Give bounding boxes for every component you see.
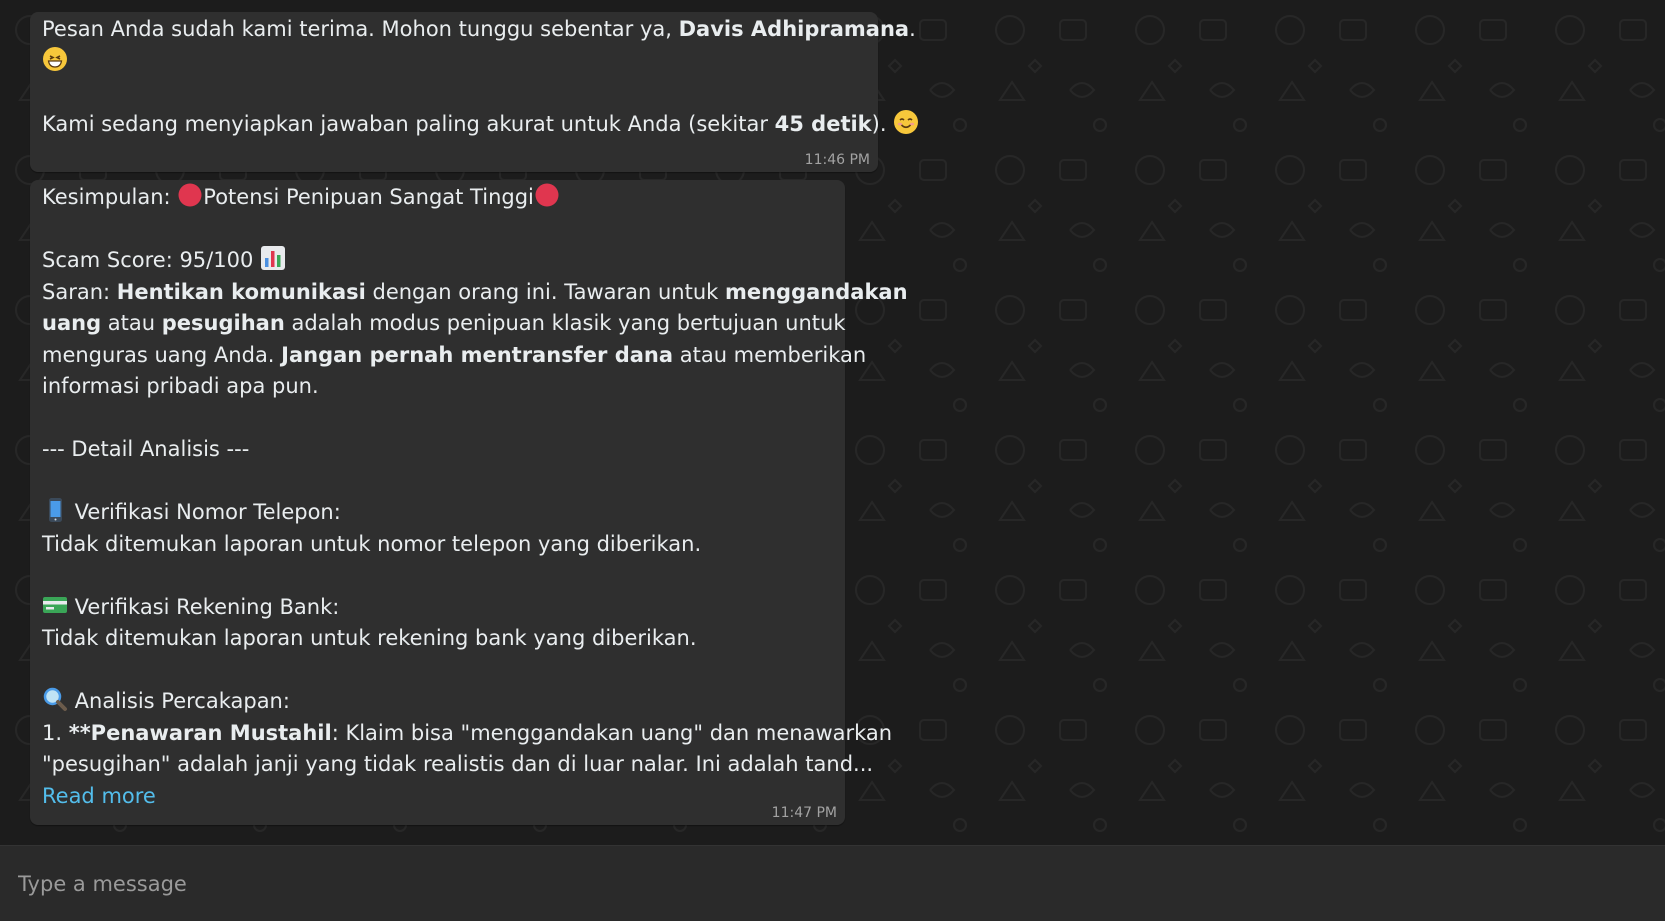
bank-check-title: Verifikasi Rekening Bank: [68, 594, 340, 619]
message-text: Pesan Anda sudah kami terima. Mohon tung… [42, 17, 679, 41]
message-text: ). [871, 111, 887, 136]
analysis-point-bold: **Penawaran Mustahil [68, 720, 332, 745]
scam-score: Scam Score: 95/100 [42, 248, 260, 272]
advice-bold: Jangan pernah mentransfer dana [281, 342, 674, 367]
credit-card-icon [43, 596, 67, 613]
bank-check-result: Tidak ditemukan laporan untuk rekening b… [42, 626, 697, 650]
advice-line: uang atau pesugihan adalah modus penipua… [42, 308, 846, 340]
advice-text: atau memberikan [673, 342, 867, 367]
conclusion-label: Kesimpulan: [42, 185, 178, 209]
message-input[interactable] [0, 846, 1665, 921]
message-bubble-analysis[interactable]: Kesimpulan: Potensi Penipuan Sangat Ting… [30, 180, 908, 825]
red-circle-icon [178, 183, 202, 207]
chat-analysis-title-line: Analisis Percakapan: [42, 686, 833, 718]
bar-chart-icon [261, 246, 285, 270]
conclusion-line: Kesimpulan: Potensi Penipuan Sangat Ting… [42, 182, 833, 214]
user-name-bold: Davis Adhipramana [678, 17, 910, 41]
advice-text: menguras uang Anda. [42, 342, 282, 367]
chat-analysis-title: Analisis Percakapan: [68, 689, 290, 713]
bank-check-title-line: Verifikasi Rekening Bank: [42, 592, 833, 624]
phone-check-title-line: Verifikasi Nomor Telepon: [42, 497, 833, 529]
analysis-point-text: "pesugihan" adalah janji yang tidak real… [42, 752, 874, 776]
analysis-point-line: 1. **Penawaran Mustahil: Klaim bisa "men… [42, 718, 892, 750]
analysis-point-number: 1. [42, 720, 69, 745]
smiling-face-icon [894, 109, 919, 134]
conclusion-value: Potensi Penipuan Sangat Tinggi [203, 185, 534, 209]
phone-check-title: Verifikasi Nomor Telepon: [68, 500, 341, 524]
message-timestamp: 11:46 PM [804, 152, 870, 168]
advice-line: informasi pribadi apa pun. [42, 371, 833, 403]
analysis-point-line: "pesugihan" adalah janji yang tidak real… [42, 749, 873, 781]
message-text: Kami sedang menyiapkan jawaban paling ak… [42, 111, 775, 136]
magnifying-glass-icon [43, 687, 67, 711]
advice-bold: uang [42, 311, 102, 335]
detail-header: --- Detail Analisis --- [42, 437, 250, 461]
read-more-link[interactable]: Read more [42, 784, 156, 808]
advice-text: atau [101, 311, 162, 335]
message-timestamp: 11:47 PM [771, 805, 837, 821]
read-more-line: Read more [42, 781, 833, 813]
advice-text: adalah modus penipuan klasik yang bertuj… [284, 311, 846, 335]
advice-bold: menggandakan [724, 279, 908, 304]
advice-text: dengan orang ini. Tawaran untuk [365, 279, 725, 304]
message-bubble-waiting[interactable]: Pesan Anda sudah kami terima. Mohon tung… [30, 12, 919, 172]
grinning-face-icon [43, 46, 67, 71]
message-text-line: Kami sedang menyiapkan jawaban paling ak… [42, 109, 919, 141]
message-composer [0, 845, 1665, 921]
advice-line: menguras uang Anda. Jangan pernah mentra… [42, 340, 866, 372]
mobile-phone-icon [49, 498, 62, 522]
chat-area[interactable]: Pesan Anda sudah kami terima. Mohon tung… [0, 0, 1665, 845]
advice-label: Saran: [42, 279, 117, 304]
phone-check-result: Tidak ditemukan laporan untuk nomor tele… [42, 531, 702, 556]
advice-text: informasi pribadi apa pun. [42, 374, 319, 398]
red-circle-icon [535, 183, 559, 207]
message-text-line: Pesan Anda sudah kami terima. Mohon tung… [42, 14, 916, 46]
emoji-line [42, 46, 866, 78]
eta-bold: 45 detik [774, 111, 872, 136]
advice-line: Saran: Hentikan komunikasi dengan orang … [42, 277, 908, 309]
scam-score-line: Scam Score: 95/100 [42, 245, 833, 277]
analysis-point-text: : Klaim bisa "menggandakan uang" dan men… [331, 720, 893, 745]
advice-bold: Hentikan komunikasi [116, 279, 366, 304]
advice-bold: pesugihan [161, 311, 285, 335]
message-text: . [909, 17, 916, 41]
